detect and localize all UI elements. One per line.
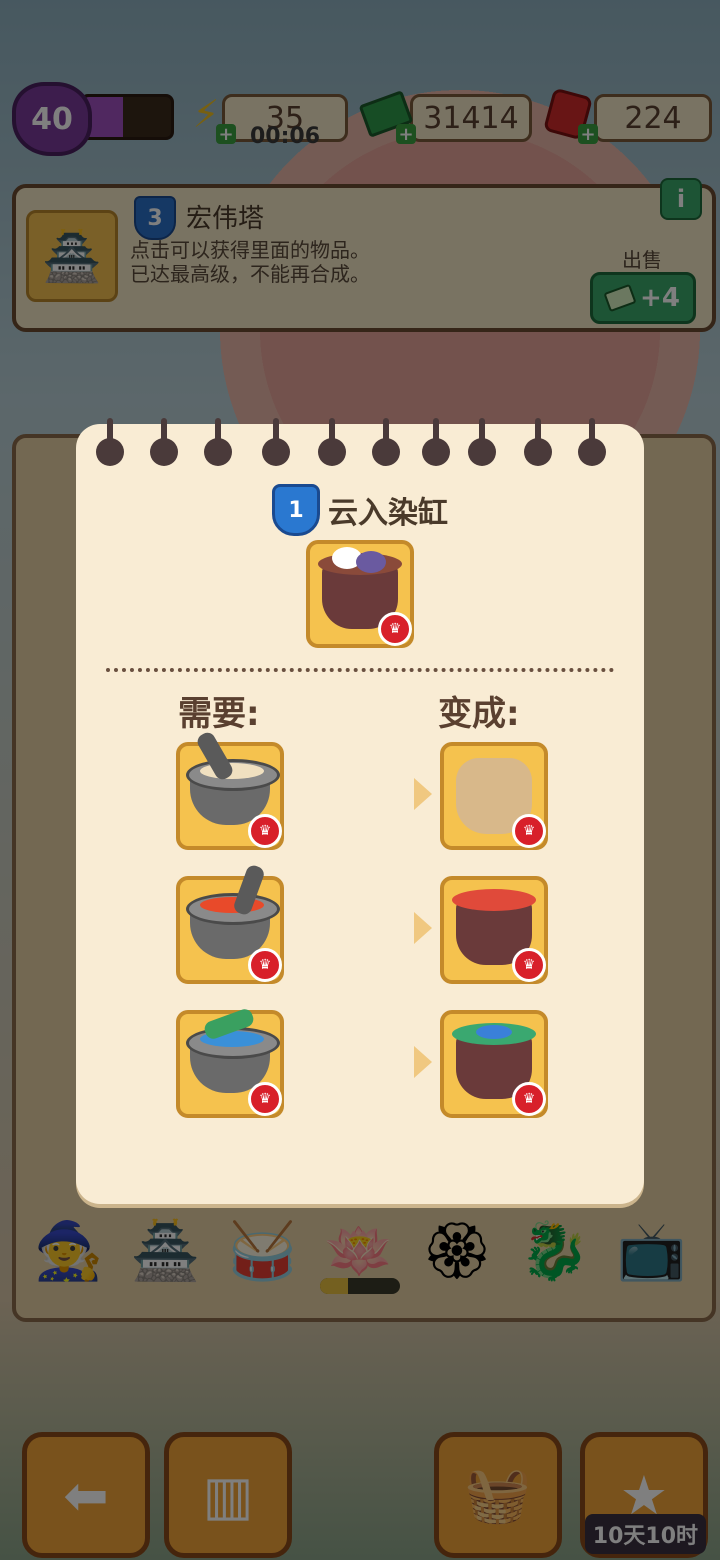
binder-ring <box>204 418 232 466</box>
need-label: 需要: <box>178 694 260 734</box>
binder-ring <box>262 418 290 466</box>
need-tile-1[interactable]: ♛ <box>176 729 284 850</box>
arrow-right-icon <box>414 1046 432 1078</box>
crown-icon: ♛ <box>378 612 412 646</box>
binder-ring <box>318 418 346 466</box>
result-tile-3[interactable]: ♛ <box>440 1010 548 1118</box>
binder-ring <box>150 418 178 466</box>
crown-icon: ♛ <box>248 1082 282 1116</box>
need-tile-2[interactable]: ♛ <box>176 863 284 984</box>
dotted-divider <box>106 668 614 672</box>
crown-icon: ♛ <box>248 948 282 982</box>
arrow-right-icon <box>414 778 432 810</box>
binder-ring <box>96 418 124 466</box>
binder-ring <box>524 418 552 466</box>
result-tile-2[interactable]: ♛ <box>440 876 548 984</box>
binder-ring <box>578 418 606 466</box>
crown-icon: ♛ <box>512 814 546 848</box>
item-level-badge: 1 <box>272 484 320 536</box>
crown-icon: ♛ <box>512 948 546 982</box>
modal-title: 云入染缸 <box>328 496 448 531</box>
modal-title-row: 1 云入染缸 <box>76 484 644 536</box>
crown-icon: ♛ <box>248 814 282 848</box>
result-tile-1[interactable]: ♛ <box>440 742 548 850</box>
recipe-modal: 1 云入染缸 ♛ 需要: 变成: ♛ ♛ ♛ ♛ ♛ ♛ <box>76 418 644 1204</box>
become-label: 变成: <box>438 694 520 734</box>
binder-ring <box>372 418 400 466</box>
arrow-right-icon <box>414 912 432 944</box>
binder-ring <box>422 418 450 466</box>
main-item-tile[interactable]: ♛ <box>306 540 414 648</box>
crown-icon: ♛ <box>512 1082 546 1116</box>
need-tile-3[interactable]: ♛ <box>176 1006 284 1118</box>
binder-ring <box>468 418 496 466</box>
